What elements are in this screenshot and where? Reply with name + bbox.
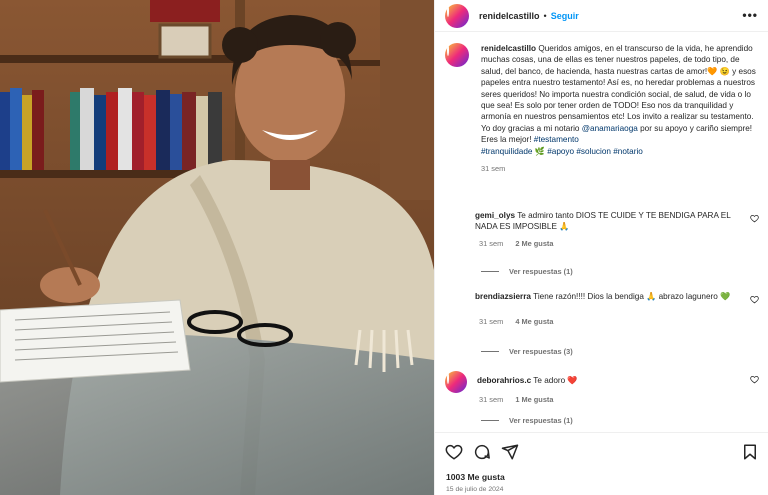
author-username[interactable]: renidelcastillo: [479, 11, 540, 21]
view-replies-link[interactable]: Ver respuestas (1): [481, 416, 573, 425]
follow-button[interactable]: Seguir: [551, 11, 579, 21]
author-avatar[interactable]: [445, 3, 469, 28]
commenter-avatar[interactable]: [445, 291, 465, 311]
share-icon[interactable]: [501, 443, 519, 461]
caption-body: renidelcastillo Queridos amigos, en el t…: [481, 43, 759, 174]
post-caption: renidelcastillo Queridos amigos, en el t…: [435, 33, 768, 180]
hashtag-tranquilidade[interactable]: #tranquilidade: [481, 147, 532, 156]
post-details-panel: renidelcastillo • Seguir ••• renidelcast…: [434, 0, 768, 495]
likes-count[interactable]: 1003 Me gusta: [446, 472, 505, 482]
view-replies-link[interactable]: Ver respuestas (1): [481, 267, 573, 276]
comment-body: brendiazsierra Tiene razón!!!! Dios la b…: [475, 291, 735, 311]
comment-likes[interactable]: 1 Me gusta: [515, 395, 553, 404]
post-actions-bar: 1003 Me gusta 15 de julio de 2024: [435, 432, 768, 495]
commenter-avatar[interactable]: [445, 210, 465, 230]
comment-username[interactable]: brendiazsierra: [475, 292, 531, 301]
caption-avatar[interactable]: [445, 43, 469, 67]
comment-time: 31 sem: [479, 317, 504, 326]
comment-text: Te adoro ❤️: [533, 376, 578, 385]
separator-dot: •: [543, 10, 547, 21]
view-replies-link[interactable]: Ver respuestas (3): [481, 347, 573, 356]
caption-time: 31 sem: [481, 164, 506, 174]
replies-line: [481, 420, 499, 421]
comment-body: gemi_olys Te admiro tanto DIOS TE CUIDE …: [475, 210, 735, 233]
post-date: 15 de julio de 2024: [446, 486, 504, 493]
replies-line: [481, 351, 499, 352]
comments-section[interactable]: renidelcastillo Queridos amigos, en el t…: [435, 33, 768, 431]
leaf-emoji: 🌿: [534, 146, 545, 156]
post-header: renidelcastillo • Seguir •••: [435, 0, 768, 32]
caption-text-part-1: Queridos amigos, en el transcurso de la …: [481, 44, 756, 133]
comment-meta: 31 sem 2 Me gusta: [479, 239, 765, 248]
comment-item: brendiazsierra Tiene razón!!!! Dios la b…: [445, 291, 765, 326]
comment-likes[interactable]: 4 Me gusta: [515, 317, 553, 326]
comment-icon[interactable]: [473, 443, 491, 461]
comment-username[interactable]: gemi_olys: [475, 211, 515, 220]
view-replies-label[interactable]: Ver respuestas (1): [509, 416, 573, 425]
commenter-avatar[interactable]: [445, 371, 467, 393]
comment-meta: 31 sem 1 Me gusta: [479, 395, 765, 404]
comment-like-heart-icon[interactable]: [750, 375, 759, 384]
comment-time: 31 sem: [479, 238, 504, 248]
view-replies-label[interactable]: Ver respuestas (3): [509, 347, 573, 356]
comment-body: deborahrios.c Te adoro ❤️: [477, 371, 737, 393]
caption-mention-link[interactable]: @anamariaoga: [582, 124, 638, 133]
view-replies-label[interactable]: Ver respuestas (1): [509, 267, 573, 276]
caption-username[interactable]: renidelcastillo: [481, 44, 536, 53]
comment-meta: 31 sem 4 Me gusta: [479, 317, 765, 326]
comment-like-heart-icon[interactable]: [750, 214, 759, 223]
hashtags-group[interactable]: #apoyo #solucion #notario: [547, 147, 643, 156]
comment-time: 31 sem: [479, 395, 504, 404]
more-options-icon[interactable]: •••: [742, 8, 758, 22]
bookmark-icon[interactable]: [741, 443, 759, 461]
hashtag-testamento[interactable]: #testamento: [534, 135, 579, 144]
comment-like-heart-icon[interactable]: [750, 295, 759, 304]
comment-item: deborahrios.c Te adoro ❤️ 31 sem 1 Me gu…: [445, 371, 765, 404]
comment-username[interactable]: deborahrios.c: [477, 376, 531, 385]
post-photo: [0, 0, 434, 495]
comment-item: gemi_olys Te admiro tanto DIOS TE CUIDE …: [445, 210, 765, 248]
heart-icon[interactable]: [445, 443, 463, 461]
comment-text: Tiene razón!!!! Dios la bendiga 🙏 abrazo…: [533, 292, 731, 301]
replies-line: [481, 271, 499, 272]
comment-likes[interactable]: 2 Me gusta: [515, 239, 553, 248]
